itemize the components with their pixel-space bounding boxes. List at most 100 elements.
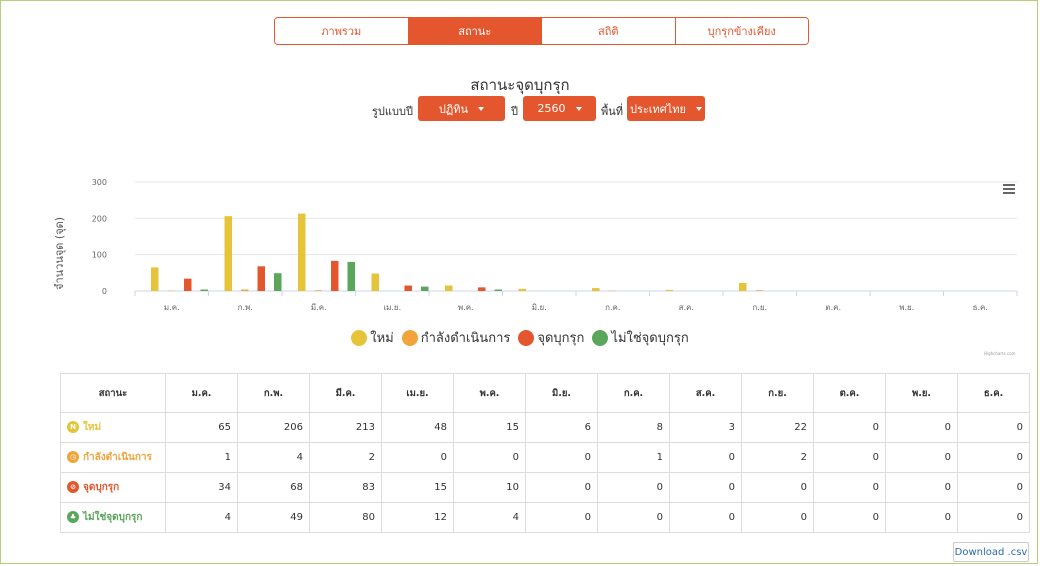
table-cell: 0 <box>957 502 1030 533</box>
bar <box>314 290 322 291</box>
table-cell: 0 <box>813 442 886 473</box>
x-tick-label: เม.ย. <box>383 303 401 312</box>
bar <box>404 285 412 291</box>
header-month: ก.ค. <box>597 373 670 413</box>
table-cell: 49 <box>237 502 310 533</box>
x-tick-label: ต.ค. <box>825 303 841 312</box>
bar <box>592 288 600 291</box>
table-row: N ใหม่ 65 206 213 48 15 6 8 3 22 0 0 0 <box>60 412 1030 443</box>
legend-label: ไม่ใช่จุดบุกรุก <box>611 331 689 346</box>
table-cell: 10 <box>453 472 526 503</box>
chart-legend: ใหม่ กำลังดำเนินการ จุดบุกรุก ไม่ใช่จุดบ… <box>0 327 1040 348</box>
legend-item-in-progress[interactable]: กำลังดำเนินการ <box>401 327 510 348</box>
legend-item-intrusion[interactable]: จุดบุกรุก <box>518 327 584 348</box>
table-cell: 6 <box>525 412 598 443</box>
x-tick-label: ก.ค. <box>605 303 620 312</box>
table-cell: 80 <box>309 502 382 533</box>
header-month: ก.พ. <box>237 373 310 413</box>
table-cell: 2 <box>309 442 382 473</box>
table-cell: 15 <box>453 412 526 443</box>
table-cell: 4 <box>453 502 526 533</box>
warning-icon: ⊘ <box>67 481 79 493</box>
table-cell: 0 <box>525 472 598 503</box>
year-label: ปี <box>511 105 518 118</box>
table-cell: 2 <box>741 442 814 473</box>
bar <box>445 285 453 291</box>
tab-bar: ภาพรวม สถานะ สถิติ บุกรุกข้างเคียง <box>274 17 809 45</box>
tab-nearby-intrusion[interactable]: บุกรุกข้างเคียง <box>675 18 808 44</box>
table-cell: 213 <box>309 412 382 443</box>
area-dropdown[interactable]: ประเทศไทย <box>627 96 705 121</box>
table-row: ⊘ จุดบุกรุก 34 68 83 15 10 0 0 0 0 0 0 0 <box>60 472 1030 503</box>
bar <box>755 290 763 291</box>
status-cell: ◷ กำลังดำเนินการ <box>60 442 166 473</box>
legend-item-new[interactable]: ใหม่ <box>351 327 394 348</box>
new-icon: N <box>67 421 79 433</box>
x-tick-label: พ.ค. <box>458 303 474 312</box>
bar <box>274 273 282 291</box>
tree-icon: ♣ <box>67 511 79 523</box>
header-month: ส.ค. <box>669 373 742 413</box>
table-cell: 0 <box>525 502 598 533</box>
caret-down-icon <box>696 106 703 111</box>
legend-item-not-intrusion[interactable]: ไม่ใช่จุดบุกรุก <box>592 327 689 348</box>
legend-dot <box>592 329 609 346</box>
table-cell: 22 <box>741 412 814 443</box>
bar <box>371 273 379 291</box>
table-header-row: สถานะ ม.ค. ก.พ. มี.ค. เม.ย. พ.ค. มิ.ย. ก… <box>60 373 1030 413</box>
bar <box>241 289 249 291</box>
table-cell: 0 <box>669 502 742 533</box>
bar <box>224 216 232 291</box>
table-cell: 0 <box>741 472 814 503</box>
bar <box>494 289 502 291</box>
pattern-dropdown[interactable]: ปฏิทิน <box>418 96 505 121</box>
header-month: พ.ค. <box>453 373 526 413</box>
pattern-value: ปฏิทิน <box>438 102 469 116</box>
x-tick-label: พ.ย. <box>899 303 914 312</box>
status-label: จุดบุกรุก <box>83 482 120 493</box>
caret-down-icon <box>575 106 582 111</box>
year-dropdown[interactable]: 2560 <box>523 96 596 121</box>
chart-credit[interactable]: Highcharts.com <box>984 351 1016 356</box>
y-tick-label: 200 <box>92 214 107 223</box>
bar <box>298 213 306 291</box>
x-tick-label: ก.พ. <box>238 303 253 312</box>
header-month: มี.ค. <box>309 373 382 413</box>
legend-dot <box>351 329 368 346</box>
bar <box>151 267 159 291</box>
legend-dot <box>401 329 418 346</box>
table-cell: 0 <box>525 442 598 473</box>
chart-menu-icon[interactable] <box>1003 184 1015 194</box>
table-cell: 3 <box>669 412 742 443</box>
status-table: สถานะ ม.ค. ก.พ. มี.ค. เม.ย. พ.ค. มิ.ย. ก… <box>60 373 1030 533</box>
bar <box>184 278 192 291</box>
tab-status[interactable]: สถานะ <box>408 18 542 44</box>
caret-down-icon <box>478 106 485 111</box>
x-tick-label: ส.ค. <box>679 303 694 312</box>
header-month: ก.ย. <box>741 373 814 413</box>
bar <box>421 286 429 291</box>
tab-overview[interactable]: ภาพรวม <box>275 18 409 44</box>
table-cell: 48 <box>381 412 454 443</box>
status-cell: ♣ ไม่ใช่จุดบุกรุก <box>60 502 166 533</box>
table-row: ♣ ไม่ใช่จุดบุกรุก 4 49 80 12 4 0 0 0 0 0 0 0 <box>60 502 1030 533</box>
table-cell: 0 <box>669 472 742 503</box>
download-csv-button[interactable]: Download .csv <box>953 542 1029 562</box>
table-cell: 1 <box>597 442 670 473</box>
table-cell: 68 <box>237 472 310 503</box>
table-cell: 4 <box>165 502 238 533</box>
table-cell: 0 <box>453 442 526 473</box>
header-month: ม.ค. <box>165 373 238 413</box>
header-month: มิ.ย. <box>525 373 598 413</box>
table-cell: 0 <box>597 472 670 503</box>
bar <box>518 288 526 291</box>
status-label: กำลังดำเนินการ <box>83 452 152 463</box>
bar <box>478 287 486 291</box>
header-status: สถานะ <box>60 373 166 413</box>
bar <box>257 266 265 291</box>
tab-statistics[interactable]: สถิติ <box>542 18 676 44</box>
table-cell: 0 <box>957 412 1030 443</box>
area-value: ประเทศไทย <box>629 102 687 116</box>
table-cell: 0 <box>885 412 958 443</box>
status-cell: ⊘ จุดบุกรุก <box>60 472 166 503</box>
